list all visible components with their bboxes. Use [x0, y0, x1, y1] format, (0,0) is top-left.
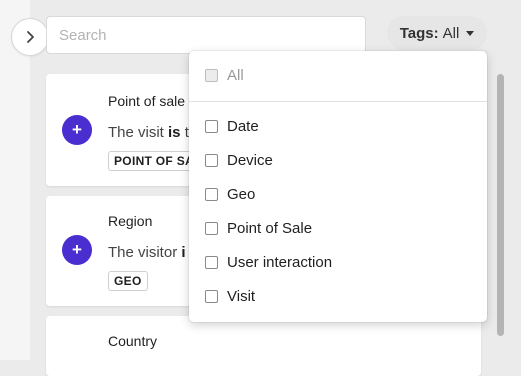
tags-dropdown-menu: All Date Device Geo Point of Sale User i… — [189, 51, 487, 322]
plus-icon: + — [72, 240, 82, 259]
tag-option-label: User interaction — [227, 253, 333, 271]
checkbox[interactable] — [205, 119, 218, 133]
scrollbar[interactable] — [497, 74, 504, 336]
card-title: Point of sale — [108, 93, 186, 109]
caret-down-icon — [466, 30, 475, 36]
checkbox[interactable] — [205, 255, 218, 269]
card-badge: POINT OF SA — [108, 151, 200, 171]
card-description: The visitor i — [108, 244, 186, 261]
tag-option-geo[interactable]: Geo — [205, 184, 255, 204]
checkbox[interactable] — [205, 221, 218, 235]
tag-option-label: Point of Sale — [227, 219, 313, 237]
search-placeholder: Search — [59, 26, 107, 44]
tag-option-label: Device — [227, 151, 273, 169]
tag-option-all: All — [205, 65, 244, 85]
tags-label: Tags: — [399, 24, 439, 42]
tag-option-label: All — [227, 66, 244, 84]
tag-option-date[interactable]: Date — [205, 116, 259, 136]
tag-option-point-of-sale[interactable]: Point of Sale — [205, 218, 312, 238]
card-title: Country — [108, 333, 158, 349]
tags-value: All — [442, 24, 460, 42]
tag-option-label: Geo — [227, 185, 256, 203]
expand-sidebar-button[interactable] — [11, 18, 49, 56]
card-country: Country — [46, 316, 481, 376]
tag-option-device[interactable]: Device — [205, 150, 273, 170]
add-button[interactable]: + — [62, 235, 92, 265]
tag-option-label: Visit — [227, 287, 256, 305]
tag-option-label: Date — [227, 117, 259, 135]
plus-icon: + — [72, 120, 82, 139]
checkbox — [205, 68, 218, 82]
add-button[interactable]: + — [62, 115, 92, 145]
card-description: The visit is t — [108, 124, 189, 141]
chevron-right-icon — [27, 31, 34, 43]
divider — [189, 101, 487, 102]
search-input[interactable]: Search — [46, 16, 366, 54]
card-badge: GEO — [108, 271, 148, 291]
checkbox[interactable] — [205, 289, 218, 303]
tag-option-visit[interactable]: Visit — [205, 286, 255, 306]
checkbox[interactable] — [205, 153, 218, 167]
card-title: Region — [108, 213, 153, 229]
tag-option-user-interaction[interactable]: User interaction — [205, 252, 332, 272]
tags-filter-button[interactable]: Tags: All — [387, 16, 487, 50]
checkbox[interactable] — [205, 187, 218, 201]
